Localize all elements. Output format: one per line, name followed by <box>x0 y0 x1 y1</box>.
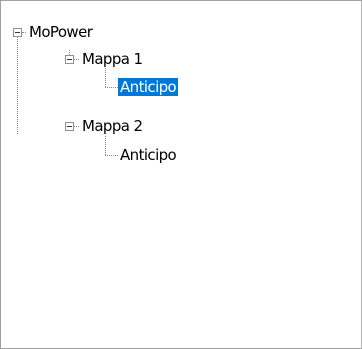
collapse-toggle-mappa-1[interactable] <box>65 55 74 64</box>
tree-connector <box>17 37 18 134</box>
tree-connector <box>105 155 118 156</box>
tree-connector <box>105 136 106 155</box>
tree-node-anticipo-mappa-1[interactable]: Anticipo <box>118 78 179 96</box>
tree-connector <box>105 87 118 88</box>
tree-view[interactable]: MoPower Mappa 1 Anticipo Mappa 2 Anticip… <box>0 0 362 349</box>
tree-connector <box>74 126 79 127</box>
tree-node-mopower[interactable]: MoPower <box>27 23 94 41</box>
collapse-toggle-mopower[interactable] <box>13 28 22 37</box>
tree-connector <box>22 32 26 33</box>
tree-connector <box>105 68 106 87</box>
tree-node-mappa-2[interactable]: Mappa 2 <box>80 117 144 135</box>
tree-connector <box>74 59 79 60</box>
tree-node-mappa-1[interactable]: Mappa 1 <box>80 50 144 68</box>
tree-node-anticipo-mappa-2[interactable]: Anticipo <box>118 146 178 164</box>
collapse-toggle-mappa-2[interactable] <box>65 122 74 131</box>
